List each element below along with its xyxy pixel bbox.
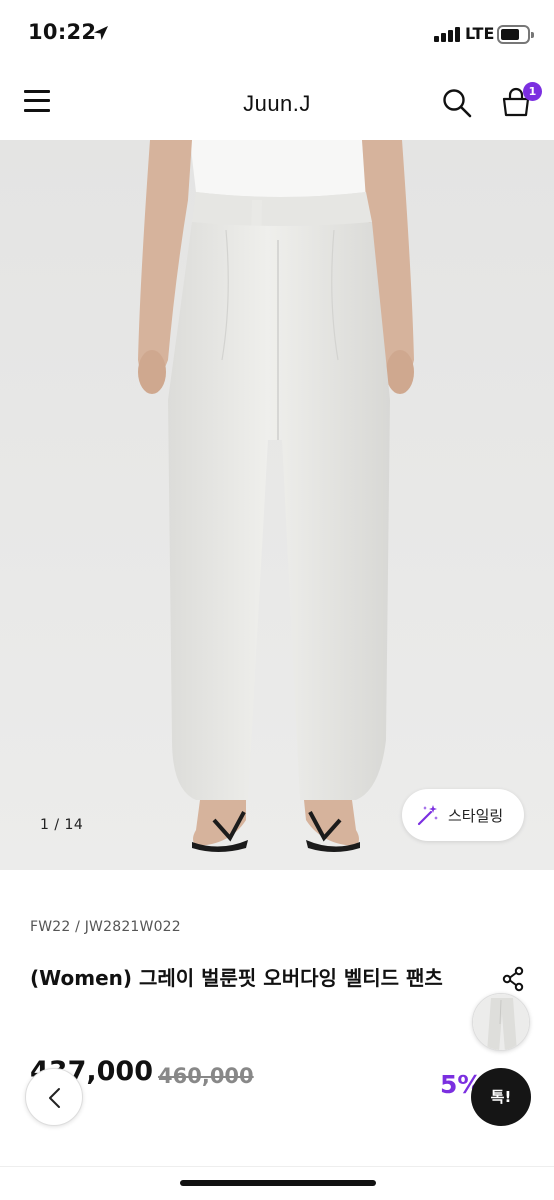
home-indicator[interactable] xyxy=(180,1180,376,1186)
cart-count-badge: 1 xyxy=(523,82,542,101)
product-photo xyxy=(0,140,554,870)
chevron-left-icon xyxy=(49,1088,60,1108)
search-icon[interactable] xyxy=(442,88,472,118)
price-row: 437,000 460,000 5% xyxy=(30,1056,530,1099)
original-price: 460,000 xyxy=(158,1064,254,1088)
location-arrow-icon xyxy=(94,26,108,40)
status-time: 10:22 xyxy=(28,20,97,44)
divider xyxy=(0,1166,554,1167)
product-title: (Women) 그레이 벌룬핏 오버다잉 벨티드 팬츠 xyxy=(30,966,443,990)
share-icon[interactable] xyxy=(501,966,525,992)
back-button[interactable] xyxy=(25,1068,83,1126)
cellular-signal-icon xyxy=(434,26,460,42)
top-nav: Juun.J xyxy=(0,66,554,140)
talk-button[interactable]: 톡! xyxy=(471,1068,531,1126)
status-bar: 10:22 LTE xyxy=(0,0,554,66)
recently-viewed-thumbnail[interactable] xyxy=(472,993,530,1051)
styling-button[interactable]: 스타일링 xyxy=(402,789,524,841)
styling-button-label: 스타일링 xyxy=(448,807,504,825)
thumbnail-image xyxy=(473,994,529,1050)
magic-wand-icon xyxy=(417,805,438,826)
image-counter: 1 / 14 xyxy=(40,817,84,833)
network-type: LTE xyxy=(465,24,495,43)
product-image-gallery[interactable]: 1 / 14 스타일링 xyxy=(0,140,554,870)
product-sku: FW22 / JW2821W022 xyxy=(30,919,181,935)
battery-icon xyxy=(497,25,534,44)
